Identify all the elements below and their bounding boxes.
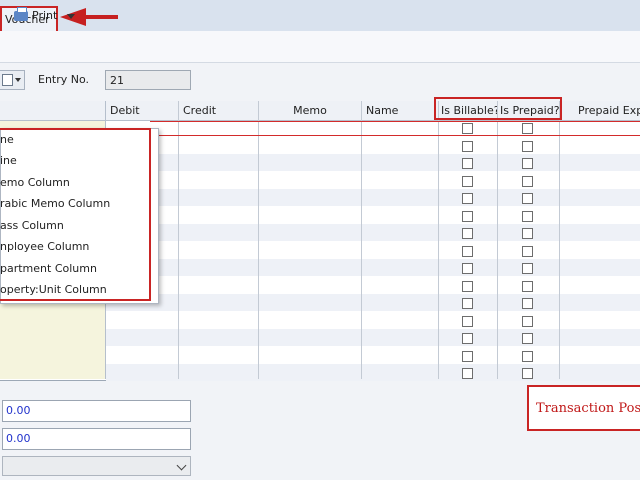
is-billable-checkbox[interactable]	[462, 228, 473, 239]
red-arrow-shaft	[84, 15, 118, 19]
is-billable-checkbox[interactable]	[462, 193, 473, 204]
header-name[interactable]: Name	[362, 101, 439, 120]
is-prepaid-checkbox[interactable]	[522, 246, 533, 257]
highlight-billable-prepaid	[434, 97, 562, 120]
is-billable-checkbox[interactable]	[462, 368, 473, 379]
is-billable-checkbox[interactable]	[462, 246, 473, 257]
toolbar	[0, 31, 640, 63]
is-billable-checkbox[interactable]	[462, 123, 473, 134]
menu-item-department-column[interactable]: partment Column	[0, 258, 97, 279]
header-prepaid-expense[interactable]: Prepaid Expe	[560, 101, 640, 120]
is-billable-checkbox[interactable]	[462, 281, 473, 292]
entry-no-field[interactable]: 21	[105, 70, 191, 90]
is-prepaid-checkbox[interactable]	[522, 211, 533, 222]
print-button[interactable]: Print	[14, 7, 76, 24]
header-account[interactable]	[0, 101, 106, 120]
entry-no-label: Entry No.	[38, 73, 90, 86]
menu-item-memo-column[interactable]: emo Column	[0, 172, 70, 193]
header-credit[interactable]: Credit	[179, 101, 259, 120]
is-prepaid-checkbox[interactable]	[522, 333, 533, 344]
columns-dropdown-button[interactable]	[0, 70, 25, 90]
is-prepaid-checkbox[interactable]	[522, 228, 533, 239]
col-divider	[559, 101, 560, 379]
is-billable-checkbox[interactable]	[462, 298, 473, 309]
is-prepaid-checkbox[interactable]	[522, 123, 533, 134]
total-debit-field[interactable]: 0.00	[2, 400, 191, 422]
menu-item-line-2[interactable]: ine	[0, 150, 17, 171]
is-billable-checkbox[interactable]	[462, 263, 473, 274]
col-divider	[258, 101, 259, 379]
header-memo[interactable]: Memo	[259, 101, 362, 120]
col-divider	[361, 101, 362, 379]
highlight-row-line	[150, 121, 640, 122]
total-credit-field[interactable]: 0.00	[2, 428, 191, 450]
posting-type-select[interactable]	[2, 456, 191, 476]
is-prepaid-checkbox[interactable]	[522, 298, 533, 309]
col-divider	[438, 101, 439, 379]
is-prepaid-checkbox[interactable]	[522, 176, 533, 187]
menu-item-employee-column[interactable]: nployee Column	[0, 236, 89, 257]
col-divider	[178, 101, 179, 379]
is-prepaid-checkbox[interactable]	[522, 368, 533, 379]
is-prepaid-checkbox[interactable]	[522, 351, 533, 362]
is-prepaid-checkbox[interactable]	[522, 316, 533, 327]
is-prepaid-checkbox[interactable]	[522, 141, 533, 152]
is-prepaid-checkbox[interactable]	[522, 263, 533, 274]
chevron-down-icon[interactable]	[67, 13, 76, 19]
menu-item-line[interactable]: ne	[0, 129, 14, 150]
is-billable-checkbox[interactable]	[462, 141, 473, 152]
columns-icon	[2, 74, 13, 86]
is-prepaid-checkbox[interactable]	[522, 193, 533, 204]
menu-item-arabic-memo-column[interactable]: rabic Memo Column	[0, 193, 110, 214]
col-divider	[497, 101, 498, 379]
is-billable-checkbox[interactable]	[462, 351, 473, 362]
is-billable-checkbox[interactable]	[462, 211, 473, 222]
is-billable-checkbox[interactable]	[462, 176, 473, 187]
chevron-down-icon	[176, 460, 187, 471]
printer-icon	[14, 7, 28, 21]
is-prepaid-checkbox[interactable]	[522, 158, 533, 169]
is-billable-checkbox[interactable]	[462, 316, 473, 327]
print-label: Print	[32, 9, 58, 22]
is-billable-checkbox[interactable]	[462, 158, 473, 169]
header-debit[interactable]: Debit	[106, 101, 179, 120]
menu-item-class-column[interactable]: ass Column	[0, 215, 64, 236]
chevron-down-icon	[15, 78, 21, 82]
menu-item-property-unit-column[interactable]: operty:Unit Column	[0, 279, 107, 300]
menu-items: ne ine emo Column rabic Memo Column ass …	[0, 129, 150, 301]
is-billable-checkbox[interactable]	[462, 333, 473, 344]
is-prepaid-checkbox[interactable]	[522, 281, 533, 292]
transaction-posting-callout: Transaction Postin	[527, 385, 640, 431]
